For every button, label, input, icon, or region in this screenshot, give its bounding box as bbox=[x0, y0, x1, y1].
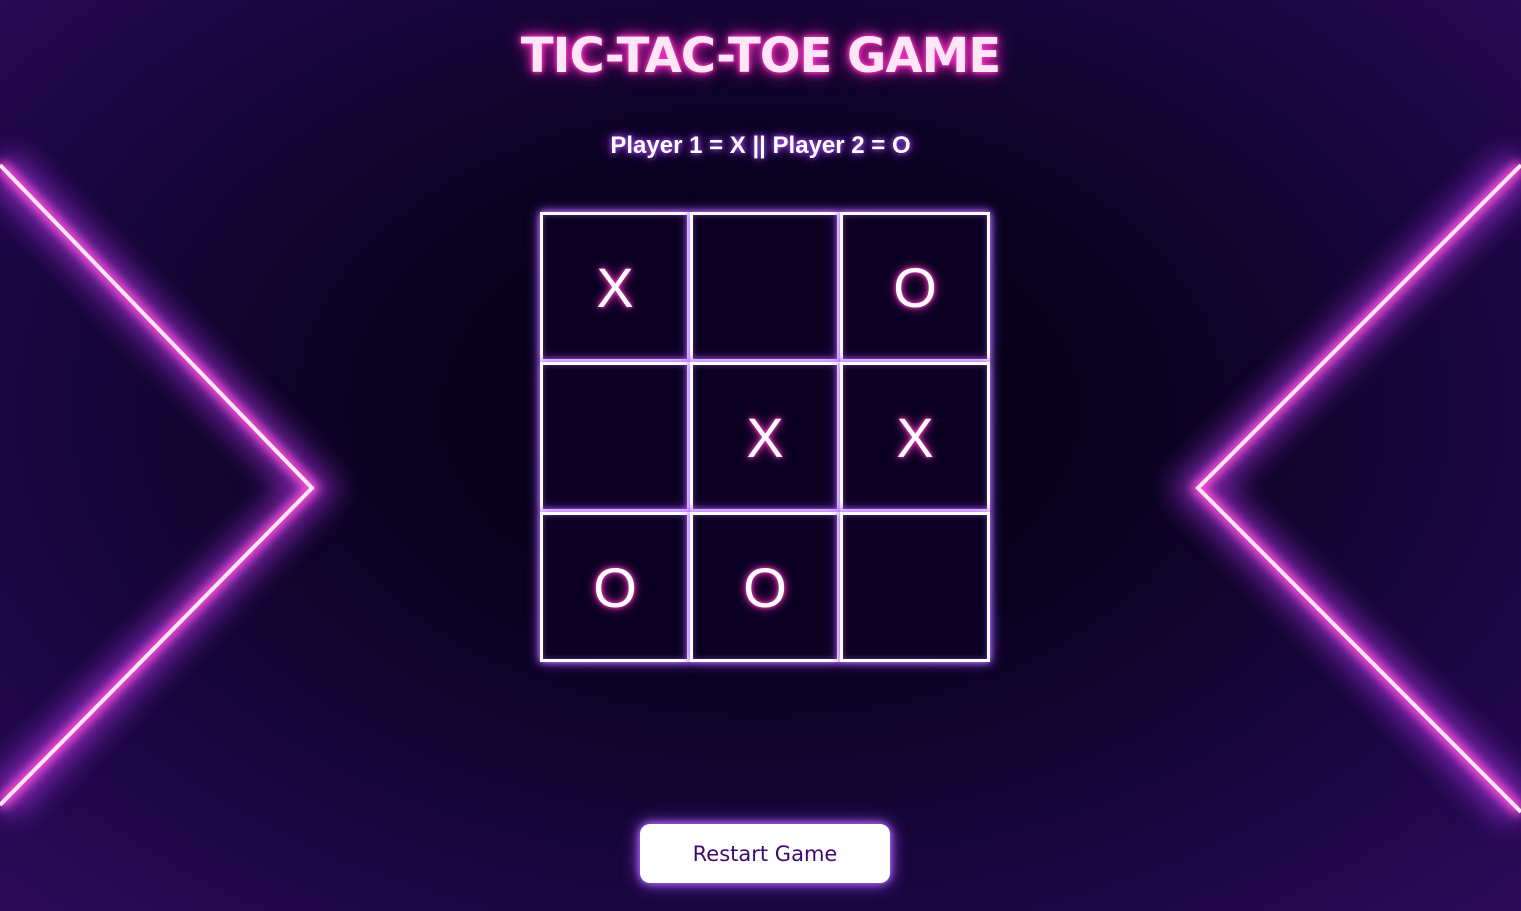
board-cell-4[interactable] bbox=[540, 362, 690, 512]
board-cell-1[interactable]: X bbox=[540, 212, 690, 362]
board-cell-9[interactable] bbox=[840, 512, 990, 662]
board-cell-3[interactable]: O bbox=[840, 212, 990, 362]
board-cell-7[interactable]: O bbox=[540, 512, 690, 662]
restart-game-button[interactable]: Restart Game bbox=[640, 824, 890, 883]
right-neon-chevron bbox=[1169, 150, 1521, 827]
game-board: X O X X O O bbox=[540, 212, 990, 662]
board-cell-5[interactable]: X bbox=[690, 362, 840, 512]
player-legend: Player 1 = X || Player 2 = O bbox=[610, 132, 911, 159]
page-title: TIC-TAC-TOE GAME bbox=[520, 28, 1001, 84]
board-cell-2[interactable] bbox=[690, 212, 840, 362]
board-cell-6[interactable]: X bbox=[840, 362, 990, 512]
board-cell-8[interactable]: O bbox=[690, 512, 840, 662]
left-neon-chevron bbox=[0, 151, 340, 820]
